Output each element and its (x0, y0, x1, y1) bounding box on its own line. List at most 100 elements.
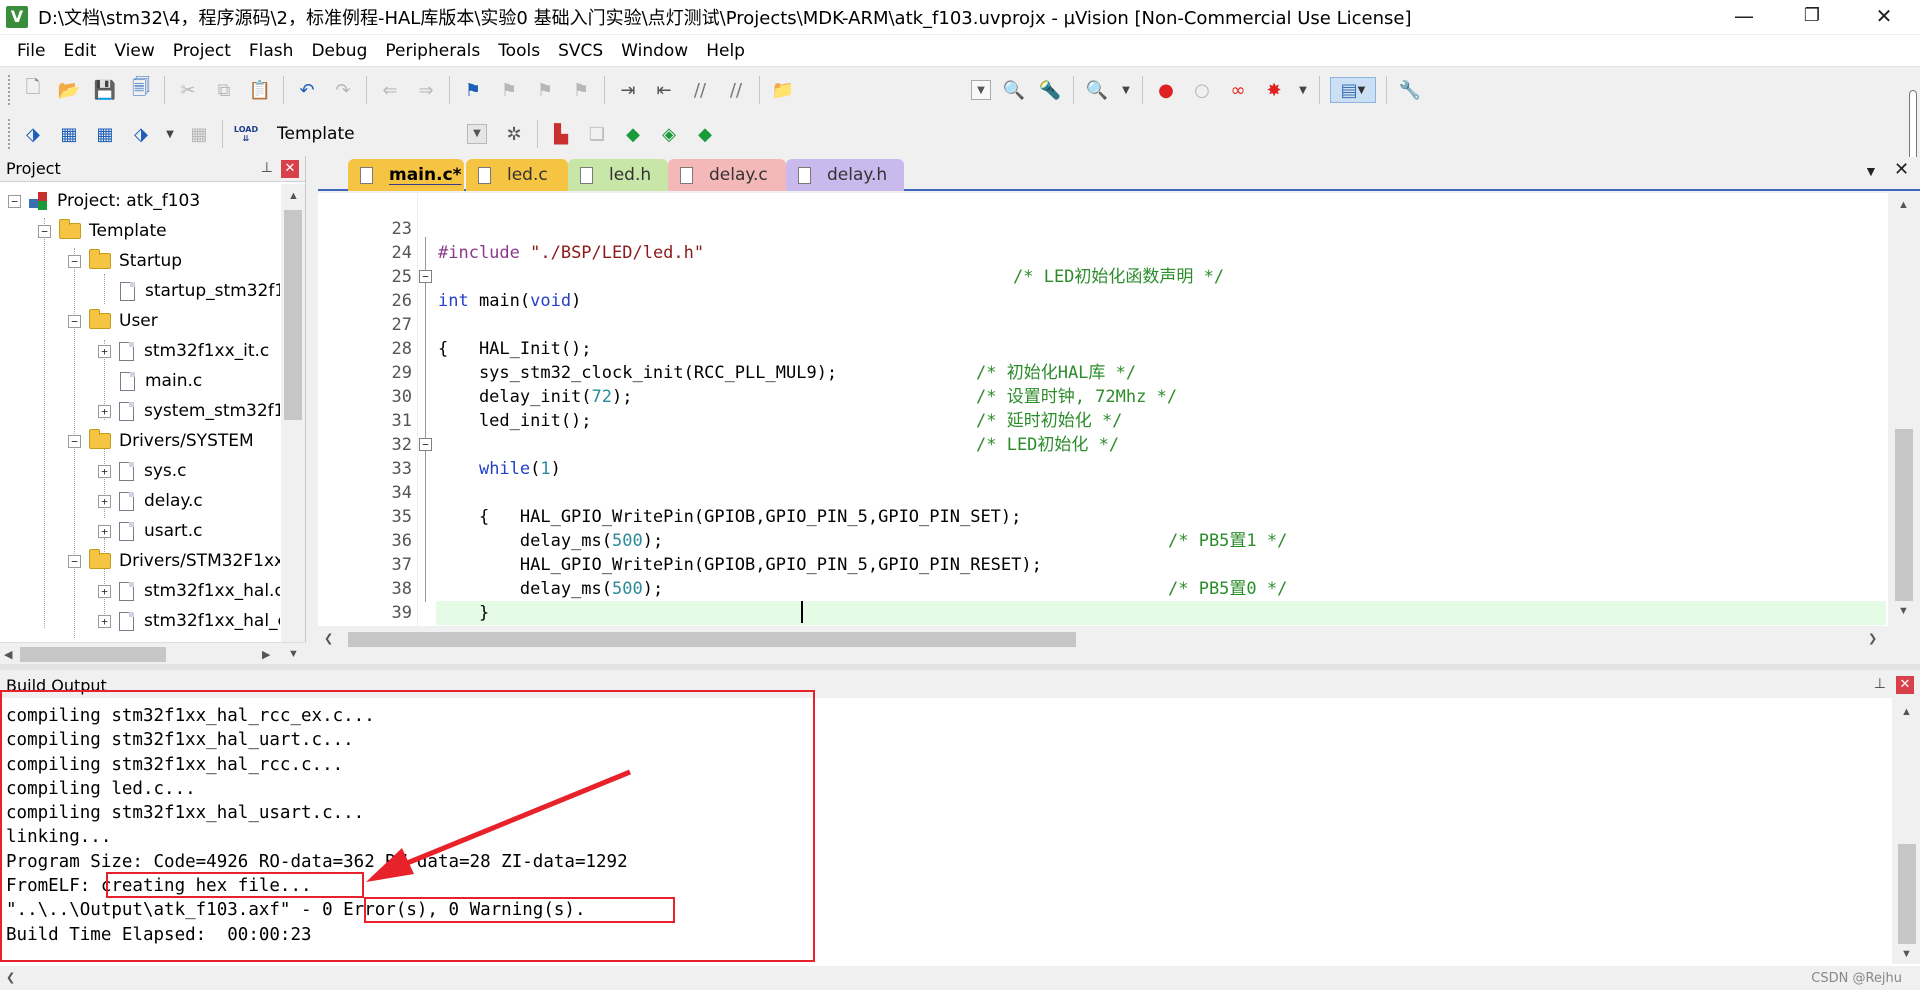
project-tree-vertical-scrollbar[interactable]: ▲ (281, 184, 305, 642)
scrollbar-thumb[interactable] (1895, 429, 1913, 601)
tree-item-group-startup[interactable]: − Startup (68, 246, 182, 276)
pack-installer-icon[interactable]: ◈ (656, 121, 682, 147)
insert-bookmark-icon[interactable]: ⚑ (460, 77, 486, 103)
close-icon[interactable]: ✕ (281, 160, 299, 178)
component-icon[interactable]: ◆ (692, 121, 718, 147)
minimize-button[interactable]: — (1716, 0, 1772, 34)
editor-vertical-scrollbar[interactable]: ▲ ▼ (1888, 193, 1920, 626)
debug-session-icon[interactable]: 🔍 (1084, 77, 1110, 103)
scroll-up-icon[interactable]: ▲ (288, 190, 299, 202)
tree-item-group-drivers-hal[interactable]: − Drivers/STM32F1xx_ (68, 546, 280, 576)
tab-list-dropdown-icon[interactable]: ▼ (1864, 163, 1878, 179)
tree-item-target-template[interactable]: − Template (38, 216, 167, 246)
menu-file[interactable]: File (8, 35, 54, 67)
batch-build-icon[interactable]: ⬗ (128, 121, 154, 147)
collapse-icon[interactable]: − (8, 194, 21, 208)
project-tree-horizontal-scrollbar[interactable]: ◀ ▶ ▼ (0, 642, 306, 666)
select-packs-icon[interactable]: ❏ (584, 121, 610, 147)
scrollbar-thumb[interactable] (284, 210, 302, 420)
scrollbar-thumb[interactable] (20, 647, 166, 662)
pin-icon[interactable]: ⊥ (261, 160, 273, 176)
new-file-icon[interactable]: 🗋 (20, 77, 46, 103)
editor-horizontal-scrollbar[interactable]: ❮ ❯ (318, 626, 1920, 652)
download-icon[interactable]: LOAD ⇊ (233, 121, 259, 147)
next-bookmark-icon[interactable]: ⚑ (532, 77, 558, 103)
menu-peripherals[interactable]: Peripherals (376, 35, 489, 67)
uncomment-icon[interactable]: // (723, 77, 749, 103)
build-icon[interactable]: ▦ (56, 121, 82, 147)
chevron-down-icon[interactable]: ▼ (467, 124, 487, 144)
incremental-find-icon[interactable]: 🔦 (1037, 77, 1063, 103)
menu-project[interactable]: Project (164, 35, 240, 67)
kill-breakpoints-icon[interactable]: ✸ (1261, 77, 1287, 103)
tree-item-project[interactable]: − Project: atk_f103 (8, 186, 200, 216)
tree-item-file[interactable]: + sys.c (98, 456, 187, 486)
toolbar-grip[interactable] (8, 75, 11, 105)
manage-project-items-icon[interactable]: ▙ (548, 121, 574, 147)
close-tab-icon[interactable]: ✕ (1894, 159, 1909, 180)
tree-item-group-user[interactable]: − User (68, 306, 158, 336)
cut-icon[interactable]: ✂ (175, 77, 201, 103)
collapse-icon[interactable]: − (68, 314, 81, 328)
tree-item-file[interactable]: startup_stm32f1( (120, 276, 280, 306)
scroll-left-icon[interactable]: ❮ (324, 632, 333, 645)
collapse-icon[interactable]: − (38, 224, 51, 238)
scrollbar-thumb[interactable] (348, 632, 1076, 647)
tab-led-h[interactable]: led.h (568, 159, 668, 191)
configure-window-icon[interactable]: ▤ ▼ (1330, 77, 1376, 103)
search-dropdown-icon[interactable]: ▼ (971, 80, 991, 100)
options-for-target-icon[interactable]: ✲ (501, 121, 527, 147)
maximize-button[interactable]: ❐ (1784, 0, 1840, 34)
clear-bookmarks-icon[interactable]: ⚑ (568, 77, 594, 103)
scroll-right-icon[interactable]: ▶ (262, 648, 270, 661)
redo-icon[interactable]: ↷ (330, 77, 356, 103)
undo-icon[interactable]: ↶ (294, 77, 320, 103)
save-all-icon[interactable]: 🗐 (128, 77, 154, 103)
collapse-icon[interactable]: − (68, 254, 81, 268)
unindent-icon[interactable]: ⇤ (651, 77, 677, 103)
scroll-left-icon[interactable]: ◀ (4, 648, 12, 661)
expand-icon[interactable]: + (98, 524, 111, 538)
tree-item-file[interactable]: + stm32f1xx_hal_c (98, 606, 280, 636)
scrollbar-thumb[interactable] (1898, 844, 1916, 944)
scroll-right-icon[interactable]: ❯ (1868, 632, 1877, 645)
expand-icon[interactable]: + (98, 464, 111, 478)
scroll-down-icon[interactable]: ▼ (1901, 948, 1912, 960)
toolbar-grip[interactable] (8, 119, 11, 149)
comment-icon[interactable]: // (687, 77, 713, 103)
scroll-up-icon[interactable]: ▲ (1898, 199, 1909, 211)
expand-icon[interactable]: + (98, 494, 111, 508)
stop-build-icon[interactable]: ▦ (186, 121, 212, 147)
code-editor[interactable]: 23 #include "./BSP/LED/led.h" /* LED初始化函… (318, 193, 1888, 647)
open-file-icon[interactable]: 📂 (56, 77, 82, 103)
navigate-forward-icon[interactable]: ⇒ (413, 77, 439, 103)
collapse-icon[interactable]: − (68, 554, 81, 568)
batch-build-dropdown-icon[interactable]: ▼ (164, 121, 176, 147)
scroll-up-icon[interactable]: ▲ (1901, 706, 1912, 718)
menu-help[interactable]: Help (697, 35, 754, 67)
expand-icon[interactable]: + (98, 584, 111, 598)
find-icon[interactable]: 🔍 (1001, 77, 1027, 103)
enable-breakpoint-icon[interactable]: ○ (1189, 77, 1215, 103)
manage-rte-icon[interactable]: ◆ (620, 121, 646, 147)
expand-icon[interactable]: + (98, 404, 111, 418)
expand-icon[interactable]: + (98, 614, 111, 628)
breakpoint-dropdown-icon[interactable]: ▼ (1297, 77, 1309, 103)
menu-svcs[interactable]: SVCS (549, 35, 612, 67)
tree-item-file[interactable]: + stm32f1xx_it.c (98, 336, 269, 366)
tab-main-c[interactable]: main.c* (348, 159, 464, 191)
menu-window[interactable]: Window (612, 35, 697, 67)
target-select[interactable]: Template ▼ (272, 121, 488, 147)
scroll-down-icon[interactable]: ▼ (1898, 605, 1909, 617)
indent-icon[interactable]: ⇥ (615, 77, 641, 103)
menu-view[interactable]: View (105, 35, 163, 67)
build-output-vertical-scrollbar[interactable]: ▲ ▼ (1892, 698, 1920, 964)
toolbar-overflow-scrollbar[interactable] (1906, 90, 1920, 162)
pin-icon[interactable]: ⊥ (1874, 676, 1886, 692)
tab-delay-h[interactable]: delay.h (786, 159, 904, 191)
tree-item-file[interactable]: + system_stm32f1: (98, 396, 280, 426)
menu-flash[interactable]: Flash (240, 35, 303, 67)
fold-collapse-icon[interactable]: − (419, 438, 432, 451)
close-icon[interactable]: ✕ (1896, 676, 1914, 694)
expand-icon[interactable]: + (98, 344, 111, 358)
